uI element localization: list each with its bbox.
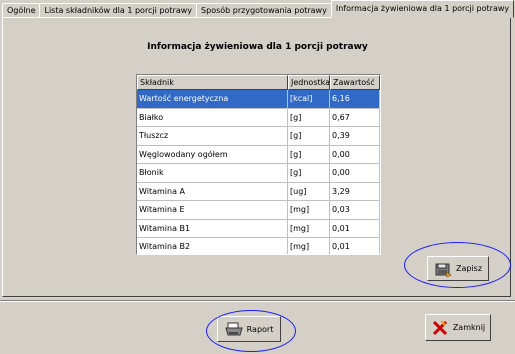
ingredient-cell: Witamina B1 <box>137 219 288 238</box>
unit-cell: [mg] <box>288 238 330 254</box>
tab-ingredients[interactable]: Lista składników dla 1 porcji potrawy <box>39 3 198 18</box>
close-button-label: Zamknij <box>452 323 486 332</box>
content-cell: 3,29 <box>330 182 380 201</box>
save-button-label: Zapisz <box>455 264 483 273</box>
unit-cell: [g] <box>288 127 330 146</box>
ingredient-cell: Witamina B2 <box>137 238 288 254</box>
table-row[interactable]: Witamina A [ug] 3,29 <box>137 182 380 201</box>
page-title: Informacja żywieniowa dla 1 porcji potra… <box>147 42 368 52</box>
column-header-unit[interactable]: Jednostka <box>288 75 330 90</box>
ingredient-cell: Błonik <box>137 164 288 183</box>
save-button[interactable]: Zapisz <box>427 256 489 281</box>
ingredient-cell: Białko <box>137 108 288 127</box>
close-button[interactable]: Zamknij <box>425 314 491 341</box>
unit-cell: [ug] <box>288 182 330 201</box>
ingredient-cell: Witamina E <box>137 201 288 220</box>
report-button[interactable]: Raport <box>217 316 281 342</box>
content-cell: 0,01 <box>330 219 380 238</box>
table-row[interactable]: Witamina B1 [mg] 0,01 <box>137 219 380 238</box>
table-row[interactable]: Białko [g] 0,67 <box>137 108 380 127</box>
column-header-content[interactable]: Zawartość <box>330 75 380 90</box>
ingredient-cell: Witamina A <box>137 182 288 201</box>
floppy-disk-icon <box>435 263 452 277</box>
grid-body: Wartość energetyczna [kcal] 6,16 Białko [g] 0… <box>137 90 380 254</box>
ingredient-cell: Wartość energetyczna <box>137 90 288 109</box>
tab-strip: Ogólne Lista składników dla 1 porcji pot… <box>2 0 515 18</box>
ingredient-cell: Węglowodany ogółem <box>137 145 288 164</box>
content-cell: 0,01 <box>330 238 380 254</box>
unit-cell: [mg] <box>288 201 330 220</box>
table-row[interactable]: Witamina B2 [mg] 0,01 <box>137 238 380 254</box>
table-row[interactable]: Witamina E [mg] 0,03 <box>137 201 380 220</box>
table-row[interactable]: Tłuszcz [g] 0,39 <box>137 127 380 146</box>
close-icon <box>432 319 447 335</box>
footer-divider <box>0 300 515 302</box>
column-header-ingredient[interactable]: Składnik <box>137 75 288 90</box>
report-button-label: Raport <box>246 324 274 334</box>
content-cell: 0,00 <box>330 164 380 183</box>
tab-nutrition[interactable]: Informacja żywieniowa dla 1 porcji potra… <box>330 0 515 18</box>
content-cell: 0,03 <box>330 201 380 220</box>
tab-general[interactable]: Ogólne <box>2 3 41 18</box>
table-row[interactable]: Błonik [g] 0,00 <box>137 164 380 183</box>
content-cell: 0,39 <box>330 127 380 146</box>
content-cell: 6,16 <box>330 90 380 109</box>
content-cell: 0,67 <box>330 108 380 127</box>
unit-cell: [kcal] <box>288 90 330 109</box>
tab-preparation[interactable]: Sposób przygotowania potrawy <box>196 3 332 18</box>
table-row[interactable]: Węglowodany ogółem [g] 0,00 <box>137 145 380 164</box>
table-row[interactable]: Wartość energetyczna [kcal] 6,16 <box>137 90 380 109</box>
ingredient-cell: Tłuszcz <box>137 127 288 146</box>
unit-cell: [mg] <box>288 219 330 238</box>
grid-header: Składnik Jednostka Zawartość <box>137 75 380 90</box>
content-cell: 0,00 <box>330 145 380 164</box>
unit-cell: [g] <box>288 164 330 183</box>
printer-icon <box>224 322 243 336</box>
nutrition-grid[interactable]: Składnik Jednostka Zawartość Wartość ene… <box>136 74 381 255</box>
unit-cell: [g] <box>288 145 330 164</box>
unit-cell: [g] <box>288 108 330 127</box>
